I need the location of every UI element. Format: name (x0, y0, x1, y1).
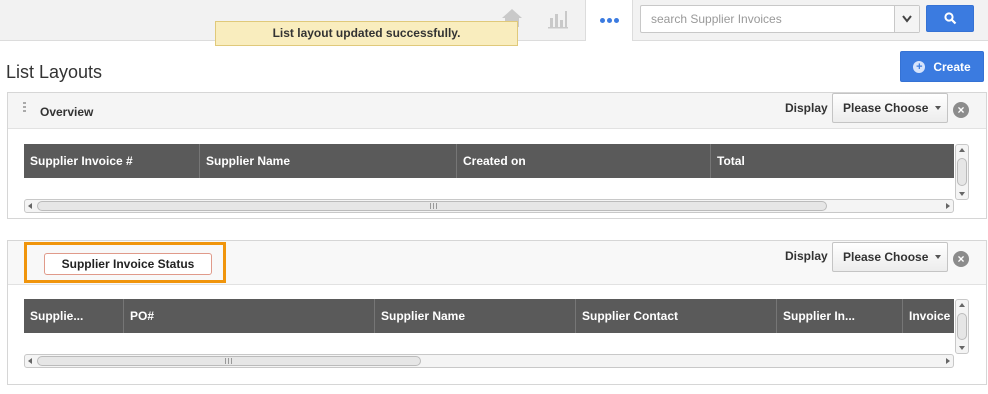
scroll-thumb[interactable] (957, 313, 967, 340)
layout-panel-overview: Overview Display Please Choose × Supplie… (7, 92, 987, 219)
plus-icon: + (913, 60, 926, 73)
column-header[interactable]: Supplier In... (777, 299, 903, 333)
display-select-value: Please Choose (843, 101, 929, 115)
layout-panel-supplier-invoice-status: Supplier Invoice Status Display Please C… (7, 240, 987, 385)
close-icon[interactable]: × (953, 102, 969, 118)
search-field (640, 5, 920, 33)
column-header[interactable]: Supplier Contact (576, 299, 777, 333)
column-header[interactable]: Supplie... (24, 299, 124, 333)
caret-down-icon (935, 106, 942, 110)
success-toast: List layout updated successfully. (215, 21, 518, 46)
column-header[interactable]: Supplier Invoice # (24, 144, 200, 178)
column-header[interactable]: Supplier Name (200, 144, 457, 178)
scroll-down-icon[interactable] (959, 192, 965, 196)
display-label: Display (785, 101, 828, 115)
column-header[interactable]: Supplier Name (375, 299, 576, 333)
bar-chart-icon[interactable] (547, 9, 569, 29)
create-button[interactable]: + Create (900, 51, 984, 82)
scroll-left-icon[interactable] (28, 358, 32, 364)
grid-header: Supplie... PO# Supplier Name Supplier Co… (24, 299, 954, 333)
scroll-down-icon[interactable] (959, 346, 965, 350)
panel-title: Overview (40, 105, 94, 119)
display-label: Display (785, 249, 828, 263)
search-input[interactable] (641, 6, 895, 32)
create-button-label: Create (933, 59, 971, 74)
search-dropdown-button[interactable] (894, 6, 919, 32)
scroll-thumb[interactable] (37, 201, 827, 211)
search-button[interactable] (926, 5, 974, 32)
search-icon (943, 12, 956, 25)
display-select[interactable]: Please Choose (832, 242, 948, 272)
display-select-value: Please Choose (843, 250, 929, 264)
display-select[interactable]: Please Choose (832, 93, 948, 123)
column-header[interactable]: Created on (457, 144, 711, 178)
scroll-thumb[interactable] (37, 356, 421, 366)
grid-header: Supplier Invoice # Supplier Name Created… (24, 144, 954, 178)
horizontal-scrollbar[interactable] (24, 354, 954, 368)
drag-handle-icon[interactable] (23, 102, 26, 114)
column-header[interactable]: Invoice (903, 299, 954, 333)
scroll-up-icon[interactable] (959, 148, 965, 152)
scroll-up-icon[interactable] (959, 303, 965, 307)
scroll-left-icon[interactable] (28, 203, 32, 209)
page-title: List Layouts (6, 62, 103, 82)
close-icon[interactable]: × (953, 251, 969, 267)
caret-down-icon (935, 255, 942, 259)
column-header[interactable]: PO# (124, 299, 375, 333)
vertical-scrollbar[interactable] (955, 144, 969, 200)
chevron-down-icon (902, 15, 912, 23)
panel-title[interactable]: Supplier Invoice Status (44, 253, 212, 275)
vertical-scrollbar[interactable] (955, 299, 969, 354)
panel-header: Overview Display Please Choose × (8, 93, 986, 129)
scroll-right-icon[interactable] (946, 358, 950, 364)
scroll-thumb[interactable] (957, 158, 967, 186)
panel-header: Supplier Invoice Status Display Please C… (8, 241, 986, 285)
column-header[interactable]: Total (711, 144, 954, 178)
more-dots-icon[interactable] (585, 0, 633, 41)
panel-title-highlight: Supplier Invoice Status (24, 242, 226, 283)
horizontal-scrollbar[interactable] (24, 199, 954, 213)
scroll-right-icon[interactable] (946, 203, 950, 209)
